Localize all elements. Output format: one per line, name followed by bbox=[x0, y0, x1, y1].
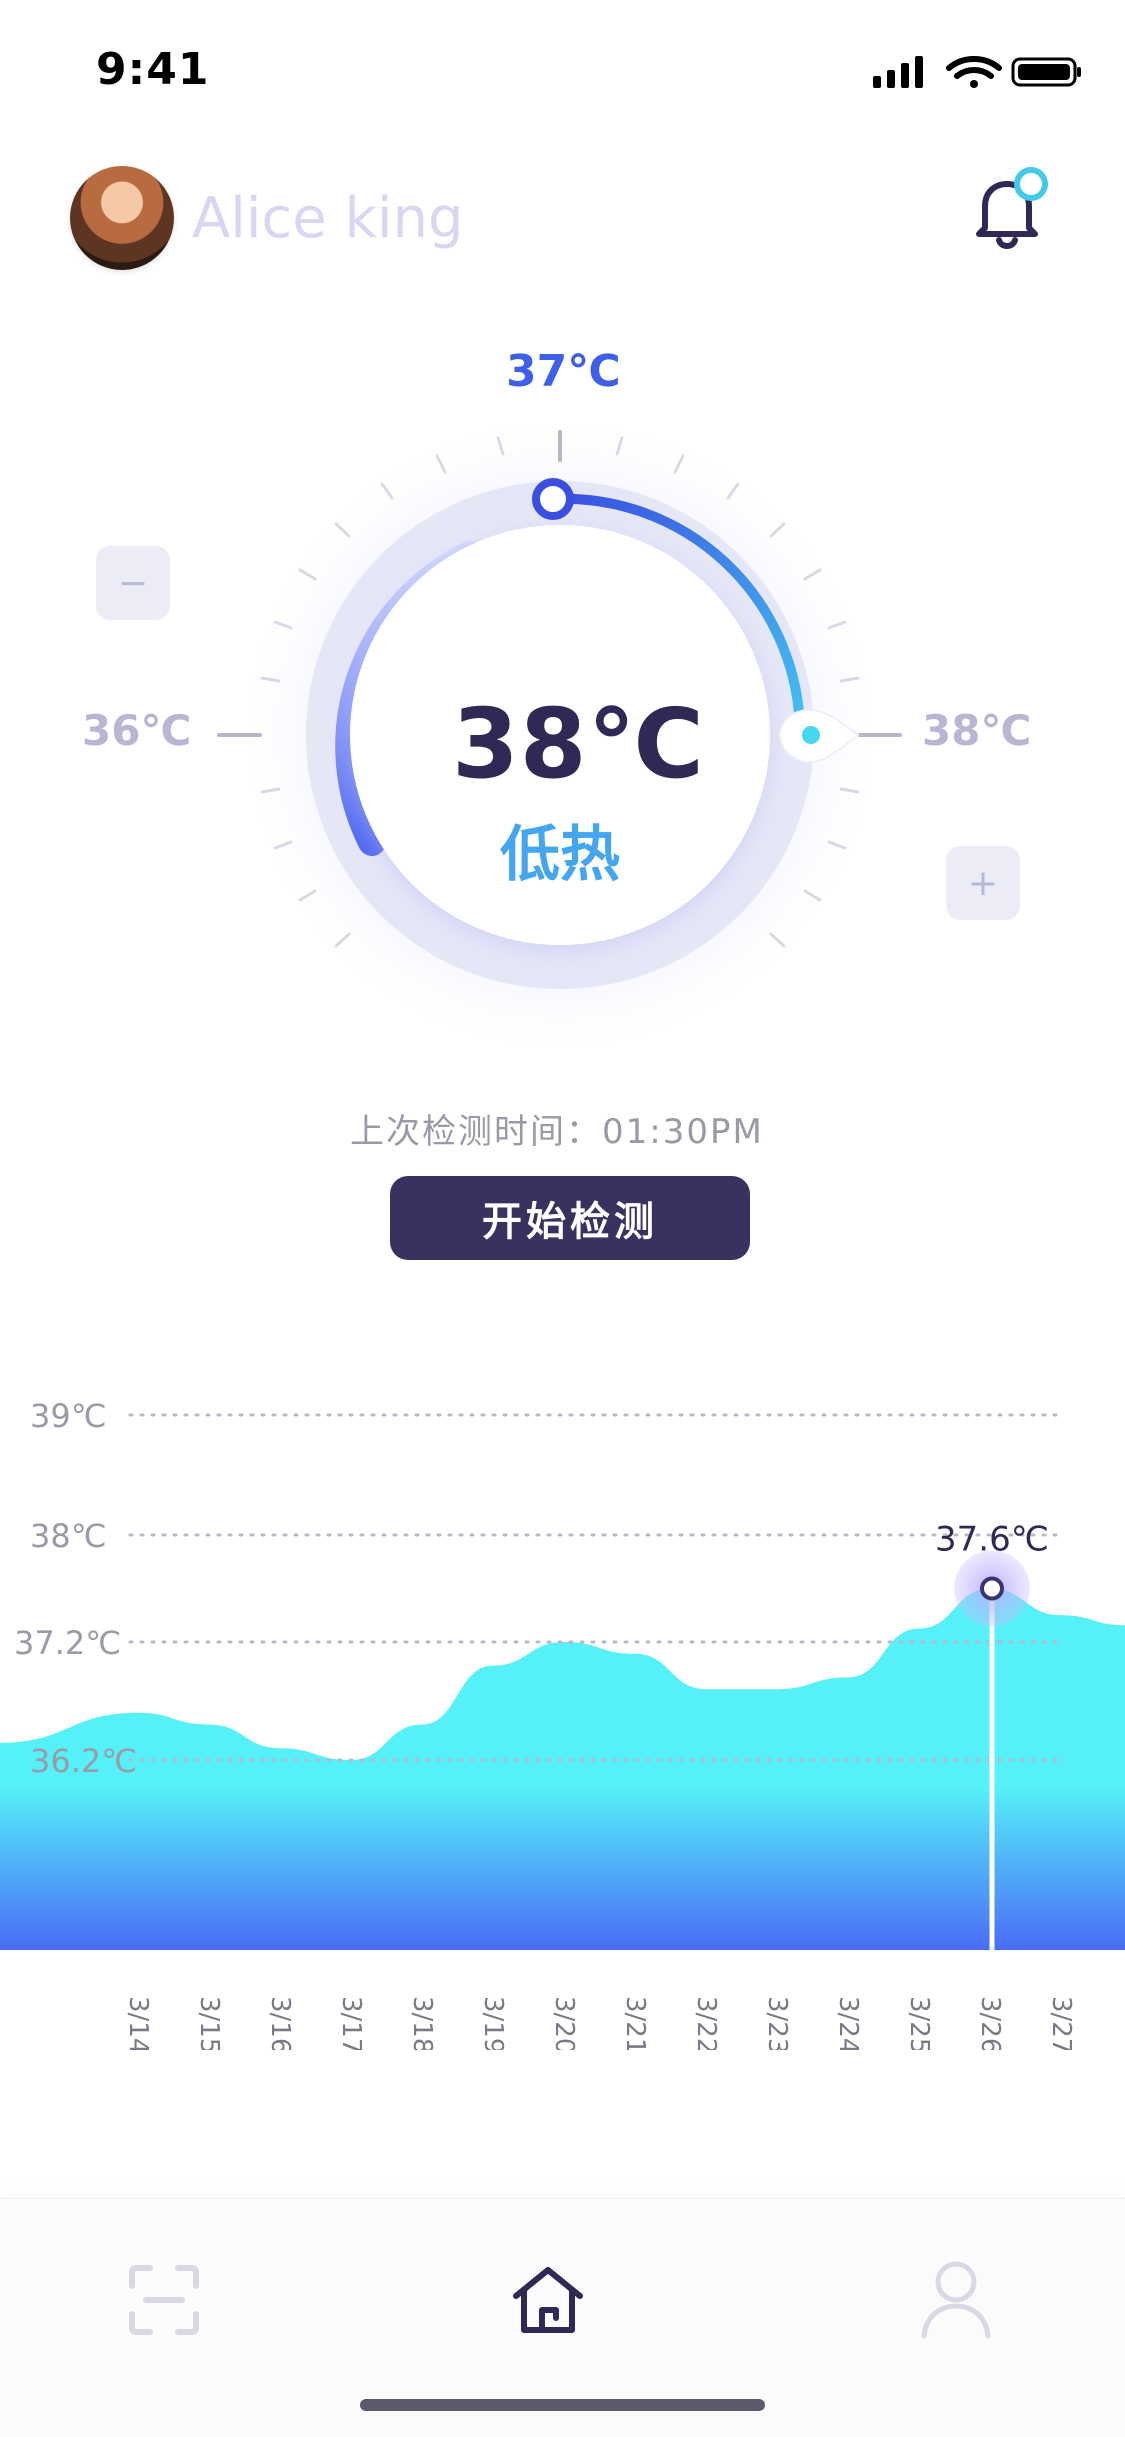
scan-icon[interactable] bbox=[128, 2264, 200, 2336]
chart-x-label: 3/27 bbox=[1046, 1996, 1076, 2050]
increase-button[interactable]: + bbox=[946, 846, 1020, 920]
signal-icon bbox=[873, 56, 923, 88]
chart-x-label: 3/21 bbox=[620, 1996, 650, 2050]
status-icons bbox=[873, 56, 1081, 88]
chart-y-label: 37.2℃ bbox=[14, 1624, 121, 1662]
dial-start-handle[interactable] bbox=[532, 478, 574, 520]
chart-x-label: 3/23 bbox=[762, 1996, 792, 2050]
temperature-chart: 39℃ 38℃ 37.2℃ 36.2℃ 37.6℃ 3/14 3/15 3/16 3/17 3… bbox=[0, 1397, 1125, 2050]
start-detection-label: 开始检测 bbox=[482, 1199, 658, 1245]
notification-dot bbox=[1014, 167, 1048, 201]
dial-label-left: 36℃ bbox=[82, 706, 192, 755]
chart-x-label: 3/18 bbox=[407, 1996, 437, 2050]
chart-x-label: 3/16 bbox=[265, 1996, 295, 2050]
chart-x-label: 3/15 bbox=[194, 1996, 224, 2050]
chart-x-label: 3/20 bbox=[549, 1996, 579, 2050]
last-detection-time: 上次检测时间：01:30PM bbox=[350, 1112, 764, 1152]
chart-x-label: 3/17 bbox=[336, 1996, 366, 2050]
chart-highlight-point[interactable] bbox=[980, 1576, 1004, 1601]
chart-x-label: 3/25 bbox=[904, 1996, 934, 2050]
minus-icon: − bbox=[117, 562, 149, 604]
user-name: Alice king bbox=[192, 186, 464, 251]
current-temperature: 38℃ bbox=[452, 688, 705, 800]
status-time: 9:41 bbox=[96, 44, 210, 95]
wifi-icon bbox=[946, 56, 1002, 88]
chart-x-label: 3/22 bbox=[691, 1996, 721, 2050]
chart-x-label: 3/24 bbox=[833, 1996, 863, 2050]
chart-highlight-value: 37.6℃ bbox=[935, 1520, 1049, 1560]
avatar[interactable] bbox=[70, 166, 174, 270]
chart-y-label: 36.2℃ bbox=[30, 1742, 137, 1780]
chart-y-label: 39℃ bbox=[30, 1397, 107, 1435]
bell-icon[interactable] bbox=[961, 166, 1053, 258]
user-icon[interactable] bbox=[918, 2258, 994, 2340]
battery-icon bbox=[1011, 57, 1081, 87]
dial-label-top: 37℃ bbox=[506, 346, 621, 397]
chart-x-label: 3/19 bbox=[478, 1996, 508, 2050]
chart-x-label: 3/14 bbox=[123, 1996, 153, 2050]
chart-y-label: 38℃ bbox=[30, 1517, 107, 1555]
temperature-status: 低热 bbox=[500, 820, 620, 890]
home-indicator bbox=[360, 2399, 765, 2411]
decrease-button[interactable]: − bbox=[96, 546, 170, 620]
home-icon[interactable] bbox=[510, 2262, 586, 2338]
dial-label-right: 38℃ bbox=[922, 706, 1032, 755]
start-detection-button[interactable]: 开始检测 bbox=[390, 1176, 750, 1260]
plus-icon: + bbox=[967, 862, 999, 904]
chart-x-label: 3/26 bbox=[975, 1996, 1005, 2050]
